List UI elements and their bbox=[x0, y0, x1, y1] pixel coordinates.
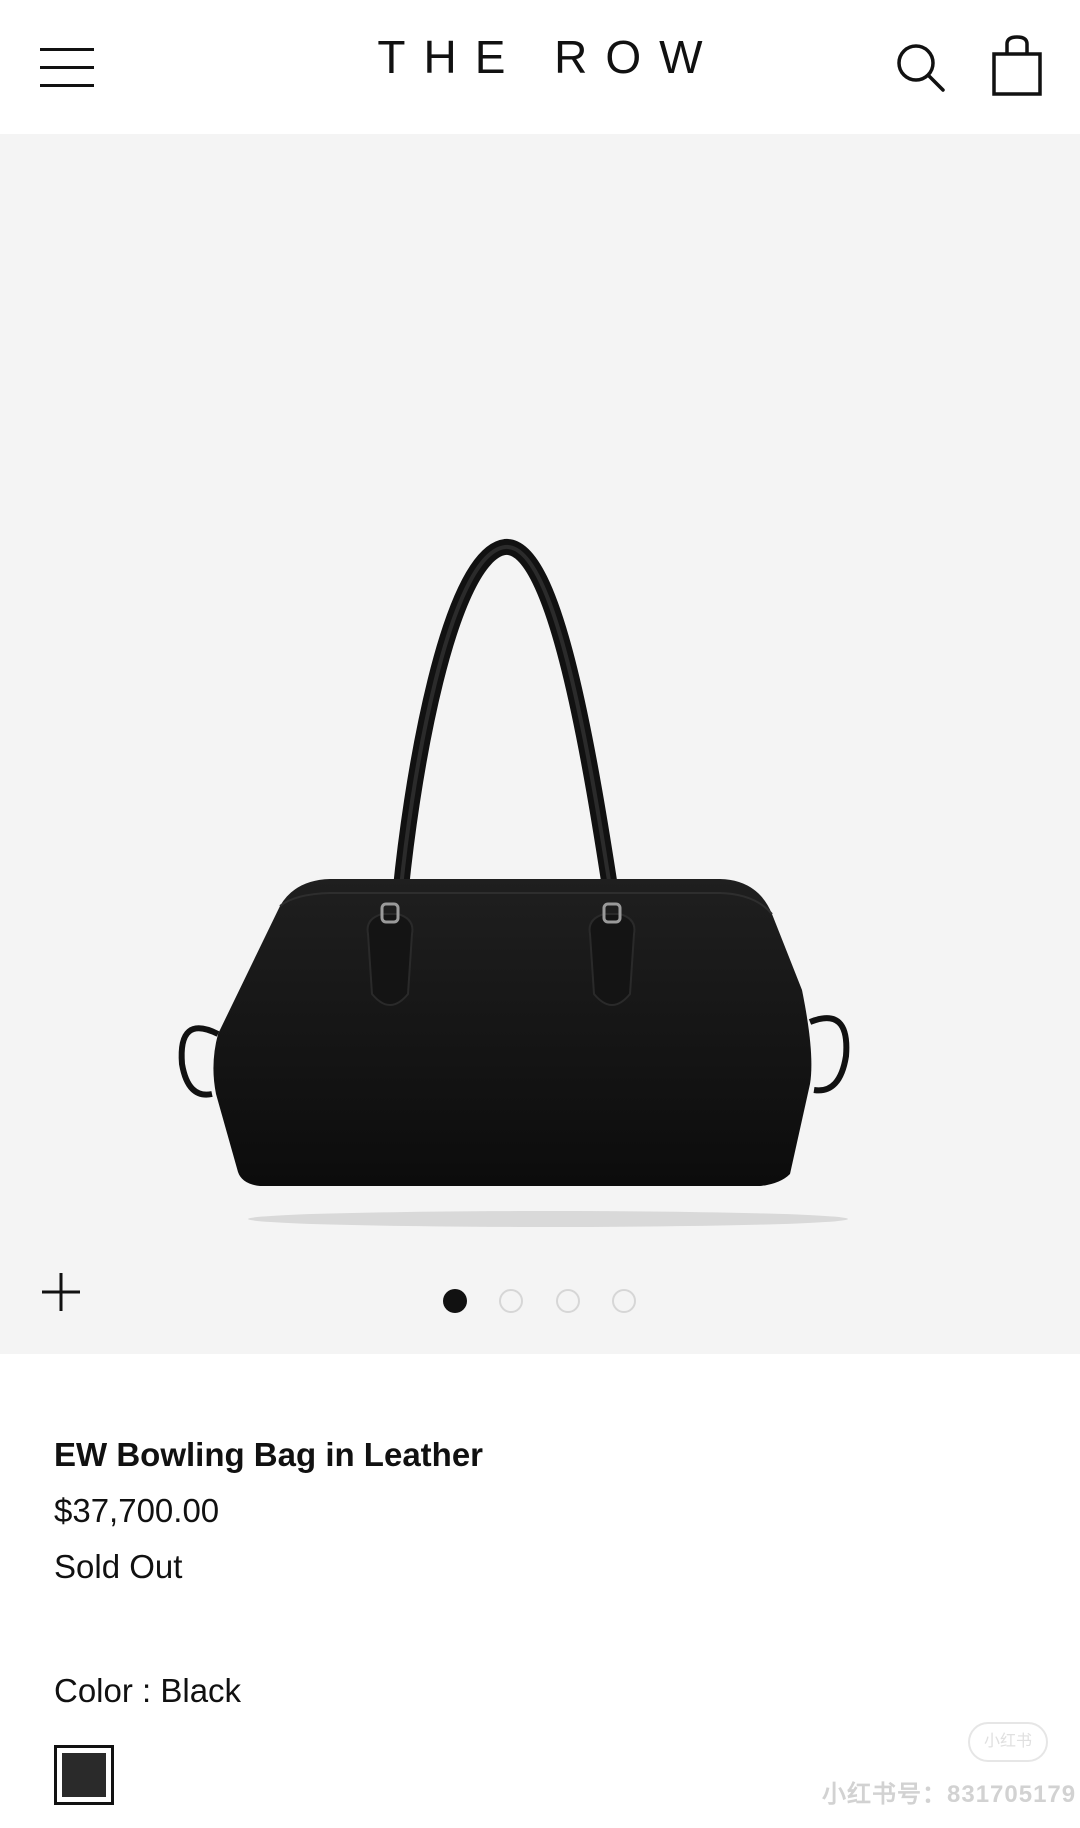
cart-button[interactable] bbox=[988, 34, 1048, 96]
product-price: $37,700.00 bbox=[54, 1492, 220, 1529]
watermark-logo: 小红书 bbox=[968, 1722, 1048, 1762]
search-icon bbox=[897, 44, 945, 92]
color-label: Color : Black bbox=[54, 1672, 242, 1709]
product-title: EW Bowling Bag in Leather bbox=[54, 1436, 484, 1473]
site-header: THE ROW bbox=[0, 0, 1080, 134]
watermark-text: 小红书号：831705179 bbox=[822, 1781, 1077, 1808]
carousel-pagination bbox=[0, 1289, 1080, 1315]
bowling-bag-image bbox=[178, 539, 850, 1227]
carousel-dot-2[interactable] bbox=[499, 1289, 523, 1313]
search-button[interactable] bbox=[893, 40, 949, 96]
color-swatch-black[interactable] bbox=[54, 1745, 114, 1805]
product-gallery[interactable] bbox=[0, 134, 1080, 1354]
availability-status: Sold Out bbox=[54, 1548, 183, 1585]
carousel-dot-3[interactable] bbox=[556, 1289, 580, 1313]
shopping-bag-icon bbox=[992, 35, 1042, 96]
carousel-dot-1[interactable] bbox=[443, 1289, 467, 1313]
product-image[interactable] bbox=[160, 394, 920, 1254]
hamburger-line bbox=[40, 84, 94, 87]
carousel-dot-4[interactable] bbox=[612, 1289, 636, 1313]
swatch-fill bbox=[62, 1753, 106, 1797]
